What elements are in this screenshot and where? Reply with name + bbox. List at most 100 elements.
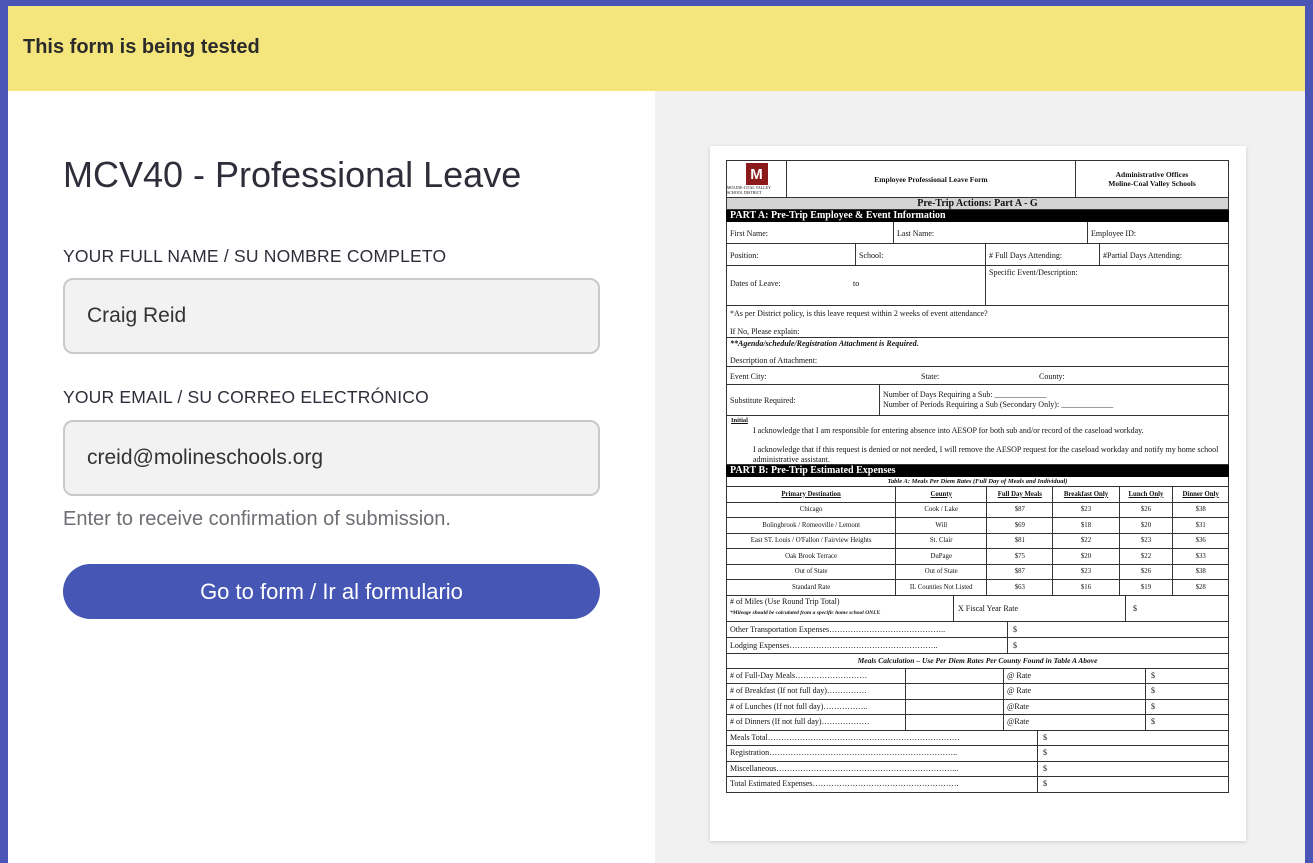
county-label: County: xyxy=(1039,372,1065,381)
periods-sub-label: Number of Periods Requiring a Sub (Secon… xyxy=(883,400,1114,409)
row-substitute: Substitute Required: Number of Days Requ… xyxy=(726,385,1229,416)
per-diem-cell: $26 xyxy=(1118,501,1174,518)
page-frame: This form is being tested MCV40 - Profes… xyxy=(8,6,1305,863)
total-label: Total Estimated Expenses…………………………………………… xyxy=(730,779,959,788)
email-field[interactable]: creid@molineschools.org xyxy=(63,420,600,496)
state-label: State: xyxy=(921,372,940,381)
per-diem-cell: Out of State xyxy=(895,563,988,580)
row-total: Total Estimated Expenses…………………………………………… xyxy=(726,777,1229,793)
per-diem-header-cell: Primary Destination xyxy=(725,486,897,503)
event-desc-label: Specific Event/Description: xyxy=(989,268,1078,277)
lodging-label: Lodging Expenses……………………………………………….. xyxy=(730,640,938,650)
row-meals-total: Meals Total……………………………………………………………… $ xyxy=(726,730,1229,746)
other-transport-dollar: $ xyxy=(1013,624,1017,634)
school-label: School: xyxy=(859,251,884,260)
row-position: Position: School: # Full Days Attending:… xyxy=(726,244,1229,266)
per-diem-cell: Will xyxy=(895,517,988,534)
part-b-bar: PART B: Pre-Trip Estimated Expenses xyxy=(726,465,1229,477)
pre-trip-bar: Pre-Trip Actions: Part A - G xyxy=(726,198,1229,210)
lunches-label: # of Lunches (If not full day)…………….. xyxy=(730,701,868,711)
per-diem-cell: $22 xyxy=(1118,548,1174,565)
per-diem-cell: Oak Brook Terrace xyxy=(725,548,897,565)
form-title: MCV40 - Professional Leave xyxy=(63,154,522,195)
days-sub-label: Number of Days Requiring a Sub: ________… xyxy=(883,390,1047,399)
form-panel: MCV40 - Professional Leave YOUR FULL NAM… xyxy=(8,91,655,863)
go-to-form-button[interactable]: Go to form / Ir al formulario xyxy=(63,564,600,619)
per-diem-cell: DuPage xyxy=(895,548,988,565)
per-diem-cell: $87 xyxy=(986,563,1054,580)
total-dollar: $ xyxy=(1043,779,1047,788)
row-lodging: Lodging Expenses……………………………………………….. $ xyxy=(726,637,1229,654)
full-day-meals-label: # of Full-Day Meals……………………… xyxy=(730,670,868,680)
last-name-label: Last Name: xyxy=(897,229,935,238)
per-diem-cell: Cook / Lake xyxy=(895,501,988,518)
row-other-transport: Other Transportation Expenses……………………………… xyxy=(726,621,1229,638)
per-diem-cell: Standard Rate xyxy=(725,579,897,596)
breakfast-dollar: $ xyxy=(1151,686,1155,695)
other-transport-label: Other Transportation Expenses……………………………… xyxy=(730,624,946,634)
row-policy: *As per District policy, is this leave r… xyxy=(726,306,1229,338)
email-value: creid@molineschools.org xyxy=(87,446,324,469)
per-diem-cell: Bolingbrook / Romeoville / Lemont xyxy=(725,517,897,534)
event-city-label: Event City: xyxy=(730,372,767,381)
meals-total-dollar: $ xyxy=(1043,732,1047,742)
per-diem-cell: $22 xyxy=(1052,532,1120,549)
per-diem-cell: $18 xyxy=(1052,517,1120,534)
per-diem-row: Bolingbrook / Romeoville / Lemont Will $69… xyxy=(725,517,1229,534)
initial-label: Initial xyxy=(731,417,748,424)
banner-text: This form is being tested xyxy=(23,36,260,58)
per-diem-cell: $87 xyxy=(986,501,1054,518)
per-diem-cell: $38 xyxy=(1172,501,1229,518)
per-diem-cell: $23 xyxy=(1052,563,1120,580)
attachment-label: Description of Attachment: xyxy=(730,356,818,365)
per-diem-cell: $36 xyxy=(1172,532,1229,549)
doc-office: Administrative Offices Moline-Coal Valle… xyxy=(1076,161,1228,197)
row-dinners: # of Dinners (If not full day)……………… @Ra… xyxy=(726,715,1229,731)
per-diem-header-cell: Dinner Only xyxy=(1172,486,1229,503)
form-preview-document: M MOLINE-COAL VALLEY SCHOOL DISTRICT Emp… xyxy=(710,146,1246,841)
logo-caption: MOLINE-COAL VALLEY SCHOOL DISTRICT xyxy=(727,185,771,195)
dates-label: Dates of Leave: xyxy=(730,279,781,288)
name-field[interactable]: Craig Reid xyxy=(63,278,600,354)
row-miles: # of Miles (Use Round Trip Total) *Milea… xyxy=(726,595,1229,622)
name-label: YOUR FULL NAME / SU NOMBRE COMPLETO xyxy=(63,246,447,266)
registration-dollar: $ xyxy=(1043,748,1047,757)
per-diem-cell: St. Clair xyxy=(895,532,988,549)
per-diem-cell: $28 xyxy=(1172,579,1229,596)
per-diem-header-cell: Breakfast Only xyxy=(1052,486,1120,503)
dinners-rate: @Rate xyxy=(1007,717,1030,726)
partial-days-label: #Partial Days Attending: xyxy=(1103,251,1183,260)
lodging-dollar: $ xyxy=(1013,640,1017,650)
meals-total-label: Meals Total……………………………………………………………… xyxy=(730,732,960,742)
per-diem-cell: $38 xyxy=(1172,563,1229,580)
per-diem-cell: $23 xyxy=(1052,501,1120,518)
per-diem-cell: $16 xyxy=(1052,579,1120,596)
part-a-bar: PART A: Pre-Trip Employee & Event Inform… xyxy=(726,210,1229,222)
row-acknowledge: Initial I acknowledge that I am responsi… xyxy=(726,416,1229,465)
per-diem-table: Primary Destination County Full Day Meals B… xyxy=(725,486,1229,596)
district-logo: M MOLINE-COAL VALLEY SCHOOL DISTRICT xyxy=(727,161,787,197)
row-names: First Name: Last Name: Employee ID: xyxy=(726,222,1229,244)
per-diem-cell: $26 xyxy=(1118,563,1174,580)
per-diem-cell: $23 xyxy=(1118,532,1174,549)
per-diem-header-cell: Lunch Only xyxy=(1118,486,1174,503)
per-diem-cell: $63 xyxy=(986,579,1054,596)
per-diem-cell: $75 xyxy=(986,548,1054,565)
per-diem-cell: $20 xyxy=(1052,548,1120,565)
per-diem-row: Chicago Cook / Lake $87 $23 $26 $38 xyxy=(725,501,1229,518)
table-a-caption: Table A: Meals Per Diem Rates (Full Day … xyxy=(726,477,1229,486)
office-line-1: Administrative Offices xyxy=(1115,170,1189,179)
row-registration: Registration…………………………………………………………….. $ xyxy=(726,746,1229,762)
preview-panel: M MOLINE-COAL VALLEY SCHOOL DISTRICT Emp… xyxy=(655,91,1305,863)
per-diem-row: East ST. Louis / O'Fallon / Fairview Hei… xyxy=(725,532,1229,549)
full-days-label: # Full Days Attending: xyxy=(989,251,1063,260)
misc-label: Miscellaneous…………………………………………………………... xyxy=(730,763,959,773)
breakfast-label: # of Breakfast (If not full day)…………… xyxy=(730,686,867,695)
row-breakfast: # of Breakfast (If not full day)…………… @ … xyxy=(726,684,1229,700)
breakfast-rate: @ Rate xyxy=(1007,686,1032,695)
sub-required-label: Substitute Required: xyxy=(730,396,796,405)
test-banner: This form is being tested xyxy=(8,6,1305,91)
doc-title: Employee Professional Leave Form xyxy=(787,161,1076,197)
ack-1: I acknowledge that I am responsible for … xyxy=(753,426,1144,435)
registration-label: Registration…………………………………………………………….. xyxy=(730,748,958,757)
